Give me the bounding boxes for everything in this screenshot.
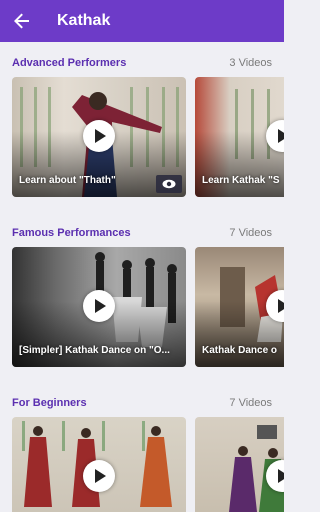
video-title: Learn Kathak "S <box>202 175 280 186</box>
play-icon[interactable] <box>83 290 115 322</box>
section-title: Famous Performances <box>12 227 131 239</box>
arrow-left-icon <box>14 13 29 29</box>
page-title: Kathak <box>57 12 111 29</box>
video-card[interactable]: Learn about "Thath" <box>12 77 186 197</box>
video-carousel[interactable]: [Simpler] Kathak Dance on "O... Kathak D… <box>0 247 284 367</box>
video-carousel[interactable]: Learn about "Thath" Learn Kathak "S <box>0 77 284 197</box>
eye-icon[interactable] <box>156 175 182 193</box>
video-count[interactable]: 3 Videos <box>229 57 272 69</box>
video-title: [Simpler] Kathak Dance on "O... <box>19 345 170 356</box>
video-card[interactable]: Kathak Dance o <box>195 247 284 367</box>
video-count[interactable]: 7 Videos <box>229 227 272 239</box>
section-advanced-performers: Advanced Performers 3 Videos Learn about… <box>0 49 284 197</box>
video-card[interactable] <box>12 417 186 512</box>
play-icon[interactable] <box>83 460 115 492</box>
play-icon[interactable] <box>83 120 115 152</box>
video-title: Kathak Dance o <box>202 345 278 356</box>
video-card[interactable]: Learn Kathak "S <box>195 77 284 197</box>
section-famous-performances: Famous Performances 7 Videos [Simpler] K… <box>0 219 284 367</box>
section-title: For Beginners <box>12 397 87 409</box>
video-count[interactable]: 7 Videos <box>229 397 272 409</box>
section-for-beginners: For Beginners 7 Videos <box>0 389 284 512</box>
app-bar: Kathak <box>0 0 284 42</box>
video-title: Learn about "Thath" <box>19 175 116 186</box>
video-card[interactable] <box>195 417 284 512</box>
video-card[interactable]: [Simpler] Kathak Dance on "O... <box>12 247 186 367</box>
video-carousel[interactable] <box>0 417 284 512</box>
section-title: Advanced Performers <box>12 57 127 69</box>
back-button[interactable] <box>12 11 32 31</box>
